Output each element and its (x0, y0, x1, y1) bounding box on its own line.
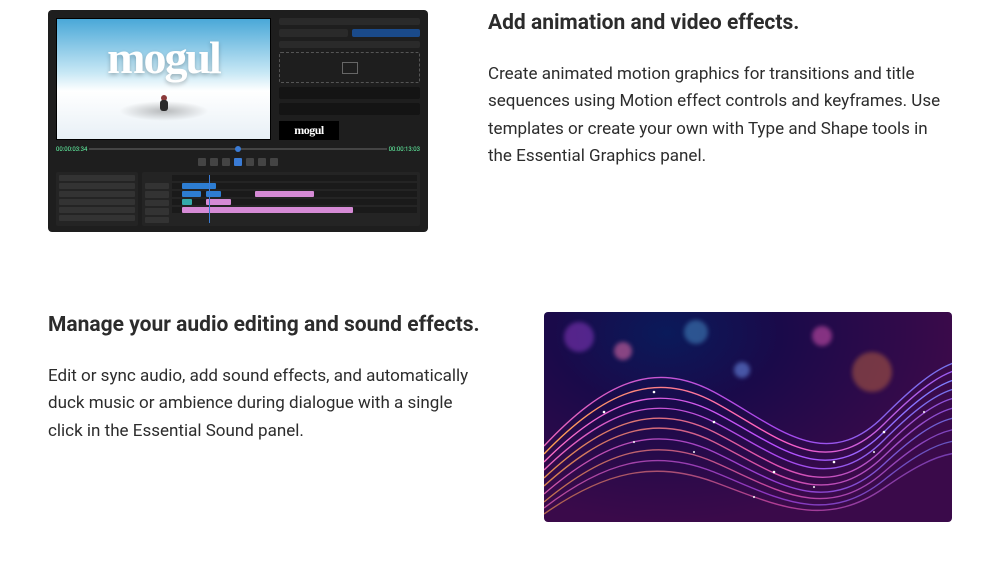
project-panel (56, 172, 138, 226)
skier-icon (157, 95, 171, 113)
playhead-icon (209, 175, 210, 223)
audio-wave-visual (544, 312, 952, 522)
graphics-panel: mogul (279, 18, 420, 140)
scrub-bar: 00:00:03:34 00:00:13:03 (56, 144, 420, 154)
timecode-right: 00:00:13:03 (389, 146, 420, 153)
graphics-tab-active (352, 29, 421, 36)
feature-heading-2: Manage your audio editing and sound effe… (48, 312, 484, 339)
feature-body-1: Create animated motion graphics for tran… (488, 61, 952, 170)
graphics-thumb: mogul (279, 121, 339, 140)
playback-controls (56, 158, 420, 168)
feature-image-editor: mogul mogul 00:0 (48, 10, 428, 232)
program-monitor: mogul (56, 18, 271, 140)
monitor-title-text: mogul (57, 35, 270, 81)
feature-heading-1: Add animation and video effects. (488, 10, 952, 37)
feature-row-2: Manage your audio editing and sound effe… (48, 312, 952, 522)
timeline-panel (142, 172, 420, 226)
feature-row-1: mogul mogul 00:0 (48, 10, 952, 232)
feature-text-2: Manage your audio editing and sound effe… (48, 312, 484, 445)
video-editor-mock: mogul mogul 00:0 (48, 10, 428, 232)
feature-text-1: Add animation and video effects. Create … (488, 10, 952, 170)
feature-image-wave (544, 312, 952, 522)
feature-body-2: Edit or sync audio, add sound effects, a… (48, 363, 484, 445)
graphics-dropzone (279, 52, 420, 83)
timecode-left: 00:00:03:34 (56, 146, 87, 153)
